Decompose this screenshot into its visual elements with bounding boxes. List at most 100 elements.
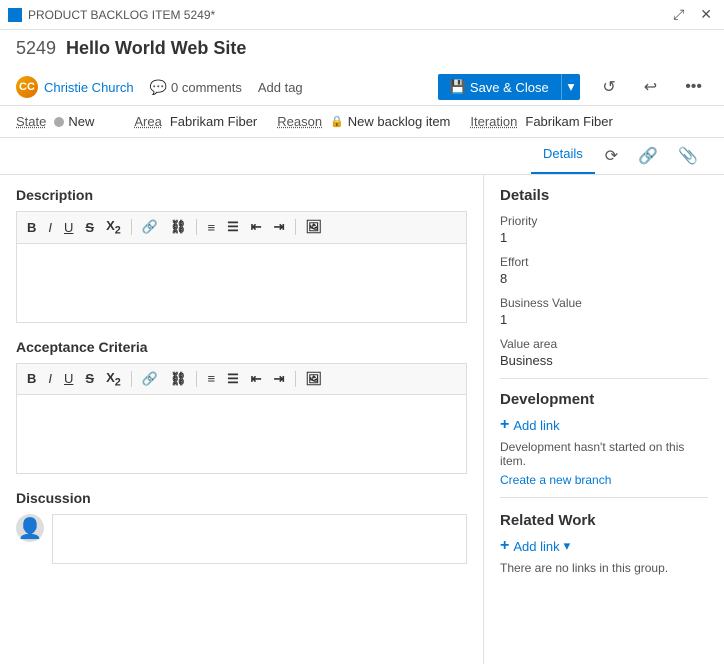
value-area-value[interactable]: Business	[500, 353, 708, 368]
comments-area[interactable]: 💬 0 comments	[150, 79, 242, 96]
divider-1	[500, 378, 708, 379]
dev-add-link-label: Add link	[513, 418, 559, 433]
tab-history[interactable]: ⟳	[595, 138, 628, 174]
underline-button-1[interactable]: U	[60, 218, 77, 237]
create-branch-link[interactable]: Create a new branch	[500, 473, 611, 487]
more-options-button[interactable]: •••	[679, 74, 708, 100]
priority-value[interactable]: 1	[500, 230, 708, 245]
expand-button[interactable]: ⤢	[669, 4, 688, 25]
business-value-label: Business Value	[500, 296, 708, 310]
related-add-link-label: Add link	[513, 539, 559, 554]
strikethrough-button-2[interactable]: S	[81, 369, 98, 388]
details-panel-title: Details	[500, 187, 708, 204]
related-work-title: Related Work	[500, 512, 708, 529]
link-button-2[interactable]: 🔗	[138, 369, 162, 389]
indent-button-1a[interactable]: ⇤	[247, 217, 266, 237]
italic-button-1[interactable]: I	[44, 218, 56, 237]
discussion-section-title: Discussion	[16, 490, 467, 506]
area-field: Area Fabrikam Fiber	[134, 114, 257, 129]
avatar: CC	[16, 76, 38, 98]
tab-attachments[interactable]: 📎	[668, 138, 708, 174]
save-close-label: Save & Close	[470, 80, 549, 95]
tab-links[interactable]: 🔗	[628, 138, 668, 174]
toolbar-sep-4	[131, 371, 132, 387]
item-id: 5249	[16, 38, 56, 59]
link2-button-2[interactable]: ⛓	[166, 369, 191, 389]
image-button-1[interactable]: 🖼	[302, 217, 327, 237]
close-button[interactable]: ✕	[696, 4, 716, 25]
undo-button[interactable]: ↩	[638, 73, 663, 101]
underline-button-2[interactable]: U	[60, 369, 77, 388]
acceptance-criteria-title: Acceptance Criteria	[16, 339, 467, 355]
development-title: Development	[500, 391, 708, 408]
save-dropdown-button[interactable]: ▾	[561, 74, 581, 100]
list-button-2a[interactable]: ≡	[203, 369, 219, 388]
strikethrough-button-1[interactable]: S	[81, 218, 98, 237]
priority-field: Priority 1	[500, 214, 708, 245]
lock-icon: 🔒	[330, 115, 344, 128]
discussion-input[interactable]	[52, 514, 467, 564]
user-name[interactable]: Christie Church	[44, 80, 134, 95]
indent-button-1b[interactable]: ⇥	[270, 217, 289, 237]
tab-details[interactable]: Details	[531, 138, 595, 174]
description-editor[interactable]	[16, 243, 467, 323]
toolbar-sep-6	[295, 371, 296, 387]
state-value[interactable]: New	[68, 114, 94, 129]
divider-2	[500, 497, 708, 498]
effort-label: Effort	[500, 255, 708, 269]
iteration-label: Iteration	[470, 114, 517, 129]
area-label: Area	[134, 114, 161, 129]
italic-button-2[interactable]: I	[44, 369, 56, 388]
related-work-section: Related Work + Add link ▾ There are no l…	[500, 512, 708, 575]
bold-button-1[interactable]: B	[23, 218, 40, 237]
subscript-button-1[interactable]: X2	[102, 216, 125, 239]
title-bar-text: PRODUCT BACKLOG ITEM 5249*	[28, 8, 669, 22]
development-section: Development + Add link Development hasn'…	[500, 391, 708, 487]
dev-note: Development hasn't started on this item.	[500, 440, 708, 468]
toolbar-sep-1	[131, 219, 132, 235]
toolbar-sep-3	[295, 219, 296, 235]
reason-field: Reason 🔒 New backlog item	[277, 114, 450, 129]
area-value[interactable]: Fabrikam Fiber	[170, 114, 257, 129]
priority-label: Priority	[500, 214, 708, 228]
title-bar: PRODUCT BACKLOG ITEM 5249* ⤢ ✕	[0, 0, 724, 30]
plus-icon-related: +	[500, 537, 509, 555]
list-button-2b[interactable]: ☰	[223, 369, 243, 389]
related-note: There are no links in this group.	[500, 561, 708, 575]
plus-icon-dev: +	[500, 416, 509, 434]
reason-value[interactable]: New backlog item	[348, 114, 451, 129]
indent-button-2a[interactable]: ⇤	[247, 369, 266, 389]
person-icon: 👤	[18, 516, 43, 541]
indent-button-2b[interactable]: ⇥	[270, 369, 289, 389]
toolbar-sep-5	[196, 371, 197, 387]
bold-button-2[interactable]: B	[23, 369, 40, 388]
link2-button-1[interactable]: ⛓	[166, 217, 191, 237]
related-add-link-button[interactable]: + Add link ▾	[500, 537, 570, 555]
effort-field: Effort 8	[500, 255, 708, 286]
acceptance-criteria-editor[interactable]	[16, 394, 467, 474]
item-title[interactable]: Hello World Web Site	[66, 38, 246, 59]
dev-add-link-button[interactable]: + Add link	[500, 416, 560, 434]
business-value-field: Business Value 1	[500, 296, 708, 327]
list-button-1a[interactable]: ≡	[203, 218, 219, 237]
discussion-avatar: 👤	[16, 514, 44, 542]
effort-value[interactable]: 8	[500, 271, 708, 286]
main-header: 5249 Hello World Web Site	[0, 30, 724, 69]
business-value-value[interactable]: 1	[500, 312, 708, 327]
subscript-button-2[interactable]: X2	[102, 368, 125, 391]
description-toolbar: B I U S X2 🔗 ⛓ ≡ ☰ ⇤ ⇥ 🖼	[16, 211, 467, 243]
save-close-button[interactable]: 💾 Save & Close	[438, 74, 561, 100]
content-area: Description B I U S X2 🔗 ⛓ ≡ ☰ ⇤ ⇥ 🖼 Acc…	[0, 175, 724, 664]
list-button-1b[interactable]: ☰	[223, 217, 243, 237]
add-tag-button[interactable]: Add tag	[258, 80, 303, 95]
save-icon: 💾	[450, 79, 466, 95]
comments-count: 0 comments	[171, 80, 242, 95]
value-area-label: Value area	[500, 337, 708, 351]
user-info[interactable]: CC Christie Church	[16, 76, 134, 98]
comments-icon: 💬	[150, 79, 167, 96]
reason-label: Reason	[277, 114, 322, 129]
link-button-1[interactable]: 🔗	[138, 217, 162, 237]
refresh-button[interactable]: ↺	[596, 73, 621, 101]
iteration-value[interactable]: Fabrikam Fiber	[525, 114, 612, 129]
image-button-2[interactable]: 🖼	[302, 369, 327, 389]
